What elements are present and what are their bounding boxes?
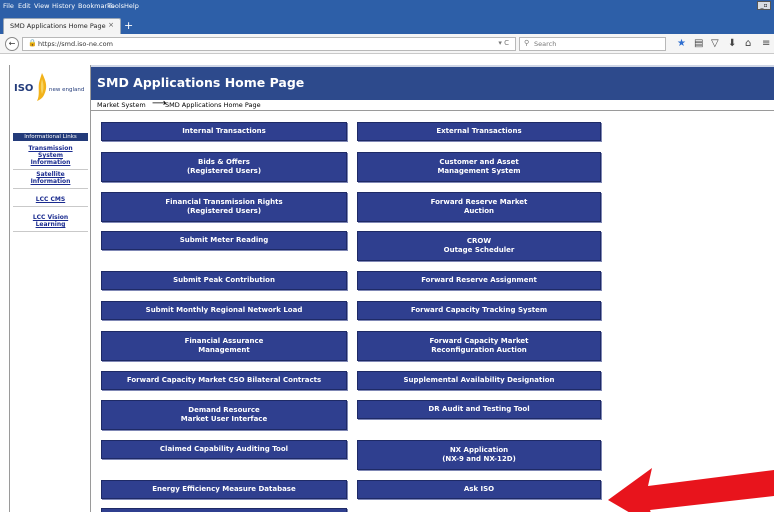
sidebar-link-lcc-cms[interactable]: LCC CMS — [13, 196, 88, 207]
app-button-partial[interactable] — [101, 508, 347, 512]
sidebar-link-transmission[interactable]: Transmission System Information — [13, 145, 88, 170]
informational-links-heading: Informational Links — [13, 133, 88, 141]
search-input[interactable]: ⚲ Search — [519, 37, 666, 51]
new-tab-icon[interactable]: + — [124, 19, 133, 32]
app-button-financial-assurance[interactable]: Financial Assurance Management — [101, 331, 347, 361]
menu-help[interactable]: Help — [124, 2, 139, 10]
app-button-bids-offers[interactable]: Bids & Offers (Registered Users) — [101, 152, 347, 182]
menu-history[interactable]: History — [52, 2, 75, 10]
page-content: ISO new england Informational Links Tran… — [0, 55, 774, 512]
menu-file[interactable]: File — [3, 2, 14, 10]
app-button-supplemental-availability[interactable]: Supplemental Availability Designation — [357, 371, 601, 390]
page-title: SMD Applications Home Page — [97, 75, 305, 90]
menu-view[interactable]: View — [34, 2, 49, 10]
app-button-submit-monthly-load[interactable]: Submit Monthly Regional Network Load — [101, 301, 347, 320]
home-icon[interactable]: ⌂ — [745, 38, 751, 50]
app-button-ask-iso[interactable]: Ask ISO — [357, 480, 601, 499]
app-button-forward-reserve-auction[interactable]: Forward Reserve Market Auction — [357, 192, 601, 222]
reading-list-icon[interactable]: ▤ — [694, 38, 703, 50]
sidebar-link-lcc-vision[interactable]: LCC Vision Learning — [13, 214, 88, 232]
bookmark-star-icon[interactable]: ★ — [677, 38, 686, 50]
menu-tools[interactable]: Tools — [108, 2, 124, 10]
url-text: https://smd.iso-ne.com — [38, 40, 113, 48]
app-button-demand-resource[interactable]: Demand Resource Market User Interface — [101, 400, 347, 430]
menu-icon[interactable]: ≡ — [762, 38, 770, 50]
browser-tab[interactable]: SMD Applications Home Page × — [3, 18, 121, 34]
app-button-fcm-cso-bilateral[interactable]: Forward Capacity Market CSO Bilateral Co… — [101, 371, 347, 390]
tab-title: SMD Applications Home Page — [10, 22, 106, 30]
app-button-crow-outage-scheduler[interactable]: CROW Outage Scheduler — [357, 231, 601, 261]
menu-bar: File Edit View History Bookmarks Tools H… — [0, 0, 774, 12]
breadcrumb: Market System ⟶ SMD Applications Home Pa… — [91, 98, 774, 111]
app-button-dr-audit-testing[interactable]: DR Audit and Testing Tool — [357, 400, 601, 419]
app-button-internal-transactions[interactable]: Internal Transactions — [101, 122, 347, 141]
app-button-forward-reserve-assignment[interactable]: Forward Reserve Assignment — [357, 271, 601, 290]
iso-ne-logo[interactable]: ISO new england — [10, 69, 90, 117]
menu-edit[interactable]: Edit — [18, 2, 31, 10]
breadcrumb-current: SMD Applications Home Page — [165, 101, 261, 109]
app-button-submit-meter-reading[interactable]: Submit Meter Reading — [101, 231, 347, 250]
app-button-fcm-reconfiguration[interactable]: Forward Capacity Market Reconfiguration … — [357, 331, 601, 361]
logo-flame-icon — [37, 73, 47, 101]
url-bar[interactable]: 🔒 https://smd.iso-ne.com ▾ C — [22, 37, 516, 51]
window-controls[interactable]: _▫ — [757, 1, 771, 10]
back-button[interactable]: ← — [5, 37, 19, 51]
app-button-nx-application[interactable]: NX Application (NX-9 and NX-12D) — [357, 440, 601, 470]
left-sidebar: ISO new england Informational Links Tran… — [9, 65, 91, 512]
app-button-submit-peak-contribution[interactable]: Submit Peak Contribution — [101, 271, 347, 290]
tab-strip: SMD Applications Home Page × + — [0, 12, 774, 34]
app-button-claimed-capability[interactable]: Claimed Capability Auditing Tool — [101, 440, 347, 459]
app-button-customer-asset-management[interactable]: Customer and Asset Management System — [357, 152, 601, 182]
search-icon: ⚲ — [524, 39, 530, 47]
app-button-financial-transmission-rights[interactable]: Financial Transmission Rights (Registere… — [101, 192, 347, 222]
logo-new-england-text: new england — [49, 87, 85, 93]
app-button-energy-efficiency[interactable]: Energy Efficiency Measure Database — [101, 480, 347, 499]
download-icon[interactable]: ⬇ — [728, 38, 736, 50]
search-placeholder: Search — [534, 40, 557, 48]
app-button-external-transactions[interactable]: External Transactions — [357, 122, 601, 141]
sidebar-link-satellite[interactable]: Satellite Information — [13, 171, 88, 189]
lock-icon: 🔒 — [28, 39, 37, 47]
red-pointer-arrow-icon — [608, 468, 774, 512]
app-button-fc-tracking-system[interactable]: Forward Capacity Tracking System — [357, 301, 601, 320]
logo-iso-text: ISO — [14, 83, 34, 94]
navigation-bar: ← 🔒 https://smd.iso-ne.com ▾ C ⚲ Search … — [0, 34, 774, 54]
pocket-icon[interactable]: ▽ — [711, 38, 719, 50]
breadcrumb-market-system[interactable]: Market System — [97, 101, 146, 109]
reload-icon[interactable]: ▾ C — [498, 39, 509, 47]
page-banner: SMD Applications Home Page — [91, 65, 774, 100]
tab-close-icon[interactable]: × — [108, 21, 114, 29]
